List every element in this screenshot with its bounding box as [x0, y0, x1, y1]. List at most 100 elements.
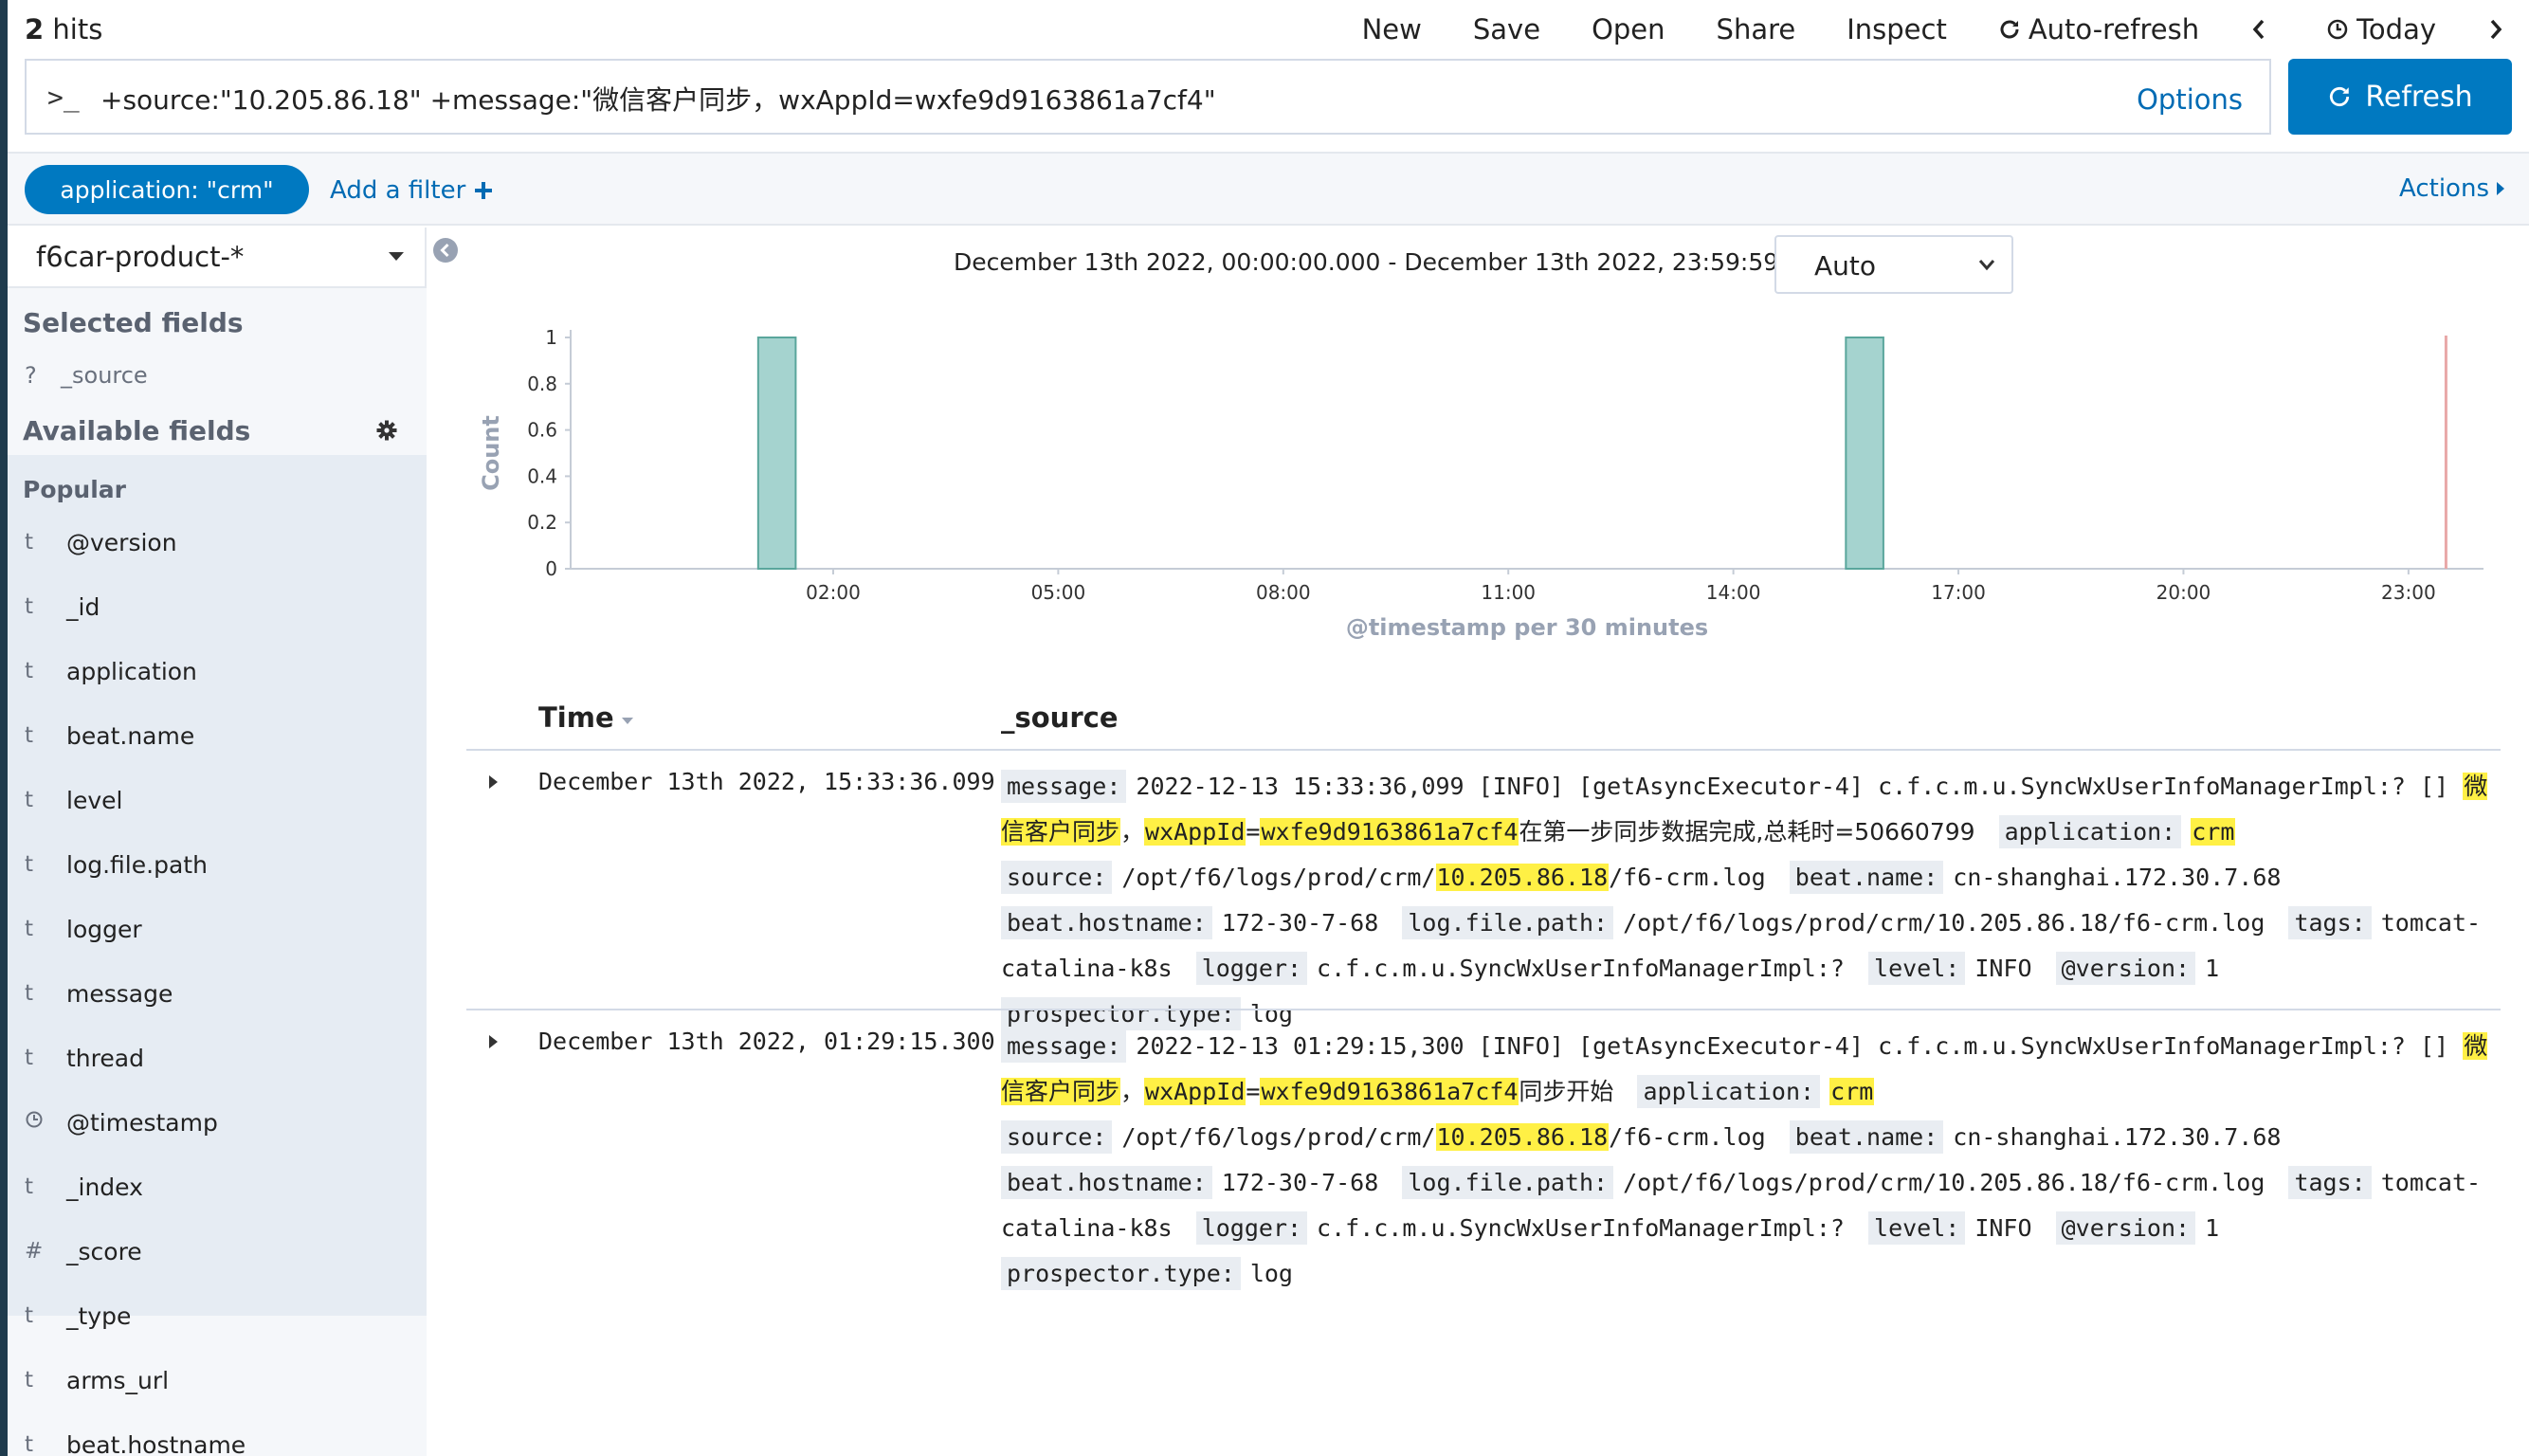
chevron-down-icon — [1978, 260, 1995, 271]
share-button[interactable]: Share — [1717, 13, 1796, 46]
value-text: /opt/f6/logs/prod/crm/10.205.86.18/f6-cr… — [1623, 1169, 2265, 1196]
value-text: 1 — [2205, 955, 2220, 982]
field-name: _id — [66, 592, 100, 621]
y-tick-label: 0.6 — [527, 419, 557, 442]
field-type-icon: t — [25, 1303, 34, 1328]
field-type-icon: t — [25, 723, 34, 748]
field-name: @version — [66, 528, 177, 556]
refresh-button[interactable]: Refresh — [2288, 59, 2512, 135]
query-input[interactable]: >_ +source:"10.205.86.18" +message:"微信客户… — [25, 59, 2271, 135]
inspect-button[interactable]: Inspect — [1847, 13, 1947, 46]
open-button[interactable]: Open — [1592, 13, 1665, 46]
field-type-icon: t — [25, 659, 34, 683]
sort-down-icon — [621, 718, 633, 724]
field-name: logger — [66, 915, 142, 943]
field-item[interactable]: t @version — [25, 523, 177, 561]
field-item[interactable]: t _type — [25, 1297, 131, 1335]
value-text: 1 — [2205, 1214, 2220, 1242]
add-filter-button[interactable]: Add a filter — [330, 176, 494, 205]
field-name: application — [66, 657, 197, 685]
query-prompt-icon: >_ — [47, 82, 80, 113]
field-item[interactable]: t application — [25, 652, 197, 690]
doc-field-key: application: — [1637, 1075, 1821, 1108]
doc-field-value: /opt/f6/logs/prod/crm/10.205.86.18/f6-cr… — [1121, 864, 1766, 891]
field-name: @timestamp — [66, 1108, 218, 1137]
top-menu: New Save Open Share Inspect Auto-refresh… — [1311, 13, 2512, 46]
field-name: log.file.path — [66, 850, 208, 879]
field-item[interactable]: t arms_url — [25, 1361, 169, 1399]
field-type-icon: t — [25, 917, 34, 941]
collapse-sidebar-icon[interactable] — [432, 237, 459, 264]
doc-field-value: /opt/f6/logs/prod/crm/10.205.86.18/f6-cr… — [1623, 1169, 2265, 1196]
doc-field-key: beat.hostname: — [1001, 906, 1212, 939]
clock-icon — [2327, 19, 2348, 40]
filter-pill-application[interactable]: application: "crm" — [25, 165, 309, 214]
x-tick-label: 05:00 — [1031, 581, 1086, 604]
search-highlight: 10.205.86.18 — [1435, 1123, 1610, 1151]
doc-field-key: tags: — [2288, 1166, 2372, 1199]
field-name: message — [66, 979, 173, 1008]
value-text: cn-shanghai.172.30.7.68 — [1953, 1123, 2282, 1151]
field-item[interactable]: t beat.name — [25, 717, 194, 755]
caret-down-icon — [389, 252, 404, 261]
doc-field-key: beat.hostname: — [1001, 1166, 1212, 1199]
caret-right-icon — [2497, 182, 2504, 195]
field-name: _source — [61, 362, 148, 389]
time-picker-label: Today — [2356, 13, 2436, 46]
search-highlight: wxAppId — [1144, 1078, 1246, 1105]
value-text: /opt/f6/logs/prod/crm/10.205.86.18/f6-cr… — [1623, 909, 2265, 937]
value-text: ， — [1120, 1078, 1145, 1105]
auto-refresh-button[interactable]: Auto-refresh — [1998, 13, 2199, 46]
field-item[interactable]: t logger — [25, 910, 142, 948]
field-item[interactable]: t level — [25, 781, 122, 819]
field-item[interactable]: t message — [25, 974, 173, 1012]
row-source: message: 2022-12-13 01:29:15,300 [INFO] [… — [1001, 1024, 2491, 1297]
interval-select[interactable]: Auto — [1774, 235, 2013, 294]
field-item[interactable]: t log.file.path — [25, 846, 208, 883]
y-tick-label: 0.8 — [527, 373, 557, 395]
x-tick-label: 08:00 — [1256, 581, 1311, 604]
field-item[interactable]: # _score — [25, 1232, 142, 1270]
doc-field-value: INFO — [1974, 1214, 2031, 1242]
row-time: December 13th 2022, 15:33:36.099 — [538, 768, 995, 795]
value-text: cn-shanghai.172.30.7.68 — [1953, 864, 2282, 891]
time-next-button[interactable] — [2487, 18, 2512, 41]
doc-field-key: logger: — [1195, 952, 1308, 985]
x-tick-label: 14:00 — [1706, 581, 1761, 604]
search-highlight: crm — [1829, 1078, 1875, 1105]
top-nav: 2 hits New Save Open Share Inspect Auto-… — [8, 0, 2529, 59]
doc-field-value: 172-30-7-68 — [1222, 1169, 1379, 1196]
value-text: /f6-crm.log — [1609, 864, 1766, 891]
filter-bar: application: "crm" Add a filter Actions — [8, 152, 2529, 226]
field-item[interactable]: t thread — [25, 1039, 144, 1077]
doc-field-key: logger: — [1195, 1211, 1308, 1245]
field-type-icon: t — [25, 1432, 34, 1456]
field-item[interactable]: @timestamp — [25, 1103, 218, 1141]
time-prev-button[interactable] — [2250, 18, 2275, 41]
save-button[interactable]: Save — [1473, 13, 1540, 46]
field-item[interactable]: t _id — [25, 588, 100, 626]
row-expand-toggle[interactable] — [489, 775, 498, 789]
field-item[interactable]: t beat.hostname — [25, 1426, 246, 1456]
new-button[interactable]: New — [1362, 13, 1422, 46]
query-options-link[interactable]: Options — [2137, 83, 2243, 116]
column-header-time[interactable]: Time — [538, 701, 635, 734]
y-tick-label: 0.2 — [527, 511, 557, 534]
index-pattern-select[interactable]: f6car-product-* — [8, 228, 427, 288]
field-type-icon: t — [25, 594, 34, 619]
time-picker-button[interactable]: Today — [2326, 13, 2436, 46]
gear-icon[interactable] — [375, 419, 398, 442]
value-text: 在第一步同步数据完成,总耗时=50660799 — [1519, 818, 1975, 846]
value-text: 2022-12-13 01:29:15,300 [INFO] [getAsync… — [1136, 1032, 2464, 1060]
field-item[interactable]: t _index — [25, 1168, 143, 1206]
doc-field-key: application: — [1998, 815, 2182, 848]
value-text: /f6-crm.log — [1609, 1123, 1766, 1151]
actions-button[interactable]: Actions — [2399, 174, 2506, 203]
row-expand-toggle[interactable] — [489, 1035, 498, 1048]
doc-field-key: tags: — [2288, 906, 2372, 939]
selected-field-source[interactable]: ? _source — [25, 362, 148, 389]
doc-field-value: INFO — [1974, 955, 2031, 982]
value-text: /opt/f6/logs/prod/crm/ — [1121, 1123, 1436, 1151]
query-text[interactable]: +source:"10.205.86.18" +message:"微信客户同步，… — [100, 80, 1216, 118]
doc-field-key: beat.name: — [1789, 1120, 1944, 1154]
